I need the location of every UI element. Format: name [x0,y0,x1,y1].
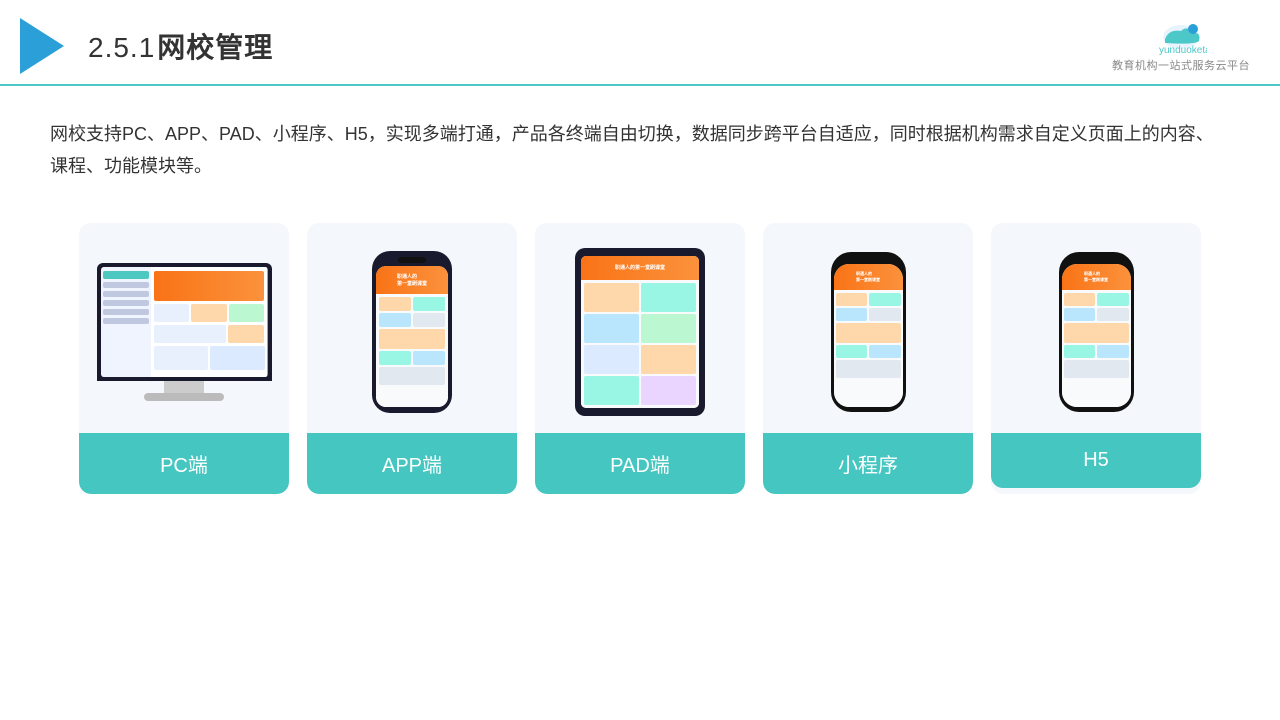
platform-cards: PC端 职通人的第一堂刷课堂 [0,203,1280,524]
monitor-mockup [97,263,272,401]
phone-mockup: 职通人的第一堂刷课堂 [372,251,452,413]
card-pc: PC端 [79,223,289,494]
card-miniapp-label: 小程序 [763,433,973,494]
card-miniapp: 职通人的第一堂刷课堂 [763,223,973,494]
card-h5-label: H5 [991,433,1201,488]
card-pad-image: 职通人的第一堂刷课堂 [535,223,745,433]
phone-h5-screen: 职通人的第一堂刷课堂 [1062,264,1131,407]
phone-h5-notch [1084,257,1108,262]
phone-new-screen: 职通人的第一堂刷课堂 [834,264,903,407]
card-miniapp-image: 职通人的第一堂刷课堂 [763,223,973,433]
card-pad: 职通人的第一堂刷课堂 PAD端 [535,223,745,494]
page-header: 2.5.1网校管理 yunduoketang 教育机构一站式服务云平台 [0,0,1280,86]
card-pc-image [79,223,289,433]
description-text: 网校支持PC、APP、PAD、小程序、H5，实现多端打通，产品各终端自由切换，数… [0,86,1280,203]
slide-number: 2.5.1 [88,32,155,63]
yunduoketang-icon: yunduoketang [1155,19,1207,55]
page-title: 2.5.1网校管理 [88,26,273,66]
card-h5-image: 职通人的第一堂刷课堂 [991,223,1201,433]
card-app-image: 职通人的第一堂刷课堂 [307,223,517,433]
description-paragraph: 网校支持PC、APP、PAD、小程序、H5，实现多端打通，产品各终端自由切换，数… [50,118,1230,183]
header-left: 2.5.1网校管理 [20,18,273,74]
card-app: 职通人的第一堂刷课堂 [307,223,517,494]
phone-screen: 职通人的第一堂刷课堂 [376,266,448,407]
phone-new-mockup: 职通人的第一堂刷课堂 [831,252,906,412]
phone-notch [398,257,426,263]
card-pc-label: PC端 [79,433,289,494]
logo-tagline: 教育机构一站式服务云平台 [1112,57,1250,73]
brand-logo: yunduoketang 教育机构一站式服务云平台 [1112,19,1250,73]
brand-triangle-icon [20,18,64,74]
svg-text:yunduoketang: yunduoketang [1159,45,1207,55]
tablet-screen: 职通人的第一堂刷课堂 [581,256,699,408]
phone-h5-mockup: 职通人的第一堂刷课堂 [1059,252,1134,412]
card-pad-label: PAD端 [535,433,745,494]
title-text: 网校管理 [157,32,273,63]
phone-new-notch [856,257,880,262]
tablet-mockup: 职通人的第一堂刷课堂 [575,248,705,416]
card-h5: 职通人的第一堂刷课堂 [991,223,1201,494]
card-app-label: APP端 [307,433,517,494]
